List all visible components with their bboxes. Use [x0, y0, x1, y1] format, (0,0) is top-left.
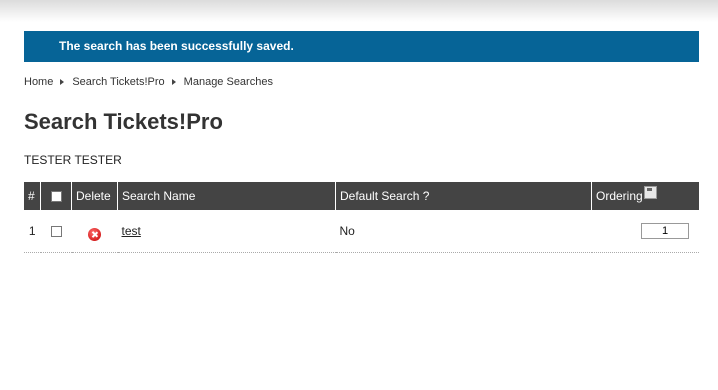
triangle-right-icon: [60, 79, 65, 85]
row-delete-cell: [71, 210, 118, 253]
page-title: Search Tickets!Pro: [24, 109, 223, 134]
row-select-cell: [40, 210, 72, 253]
search-name-link[interactable]: test: [122, 224, 141, 238]
ordering-input[interactable]: [641, 223, 689, 239]
row-default-search: No: [335, 210, 592, 253]
header-ordering[interactable]: Ordering: [591, 182, 699, 210]
header-number: #: [24, 182, 41, 210]
header-search-name[interactable]: Search Name: [117, 182, 336, 210]
save-icon[interactable]: [643, 186, 657, 199]
searches-table: # Delete Search Name Default Search ? Or…: [24, 182, 699, 253]
success-message: The search has been successfully saved.: [24, 31, 699, 62]
header-ordering-label: Ordering: [596, 189, 643, 203]
breadcrumb-manage-searches: Manage Searches: [183, 76, 273, 88]
user-name: TESTER TESTER: [24, 153, 122, 167]
row-ordering-cell: [591, 210, 699, 253]
row-checkbox[interactable]: [50, 226, 62, 238]
header-delete: Delete: [71, 182, 118, 210]
header-select-all: [40, 182, 72, 210]
table-row: 1 test No: [24, 210, 699, 253]
breadcrumb-home[interactable]: Home: [24, 76, 53, 88]
breadcrumb: Home Search Tickets!Pro Manage Searches: [24, 76, 273, 88]
breadcrumb-search-tickets[interactable]: Search Tickets!Pro: [72, 76, 164, 88]
top-shadow: [0, 0, 718, 22]
select-all-checkbox[interactable]: [50, 191, 62, 203]
table-header-row: # Delete Search Name Default Search ? Or…: [24, 182, 699, 210]
delete-icon[interactable]: [88, 227, 101, 241]
triangle-right-icon: [171, 79, 176, 85]
row-name-cell: test: [117, 210, 336, 253]
row-number: 1: [24, 210, 41, 253]
success-message-text: The search has been successfully saved.: [59, 39, 294, 53]
header-default-search[interactable]: Default Search ?: [335, 182, 592, 210]
